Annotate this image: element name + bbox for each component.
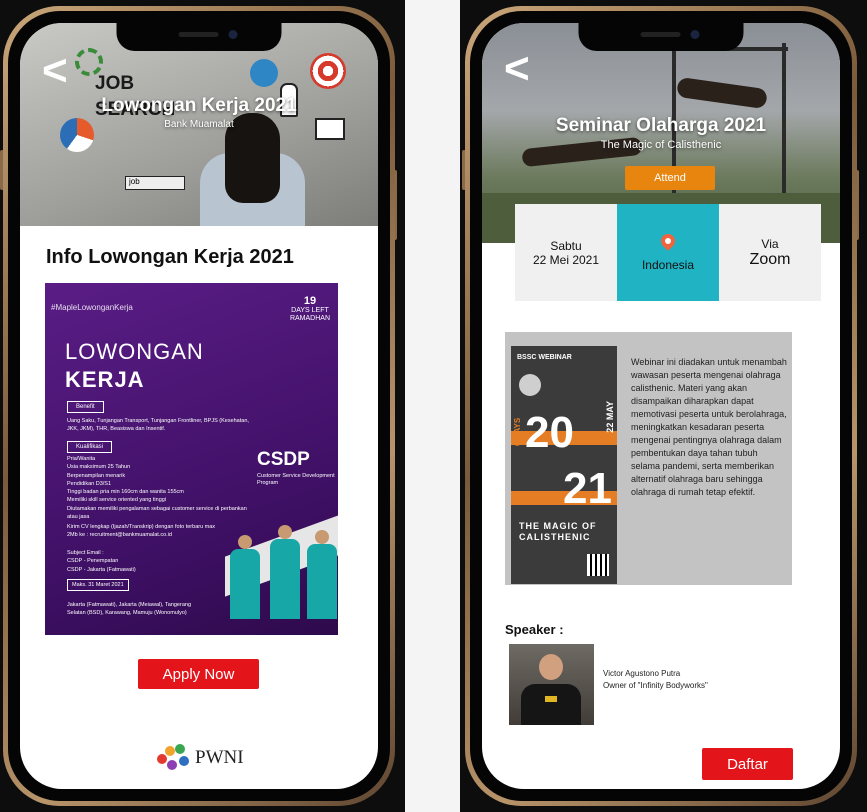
qualification-list: Pria/Wanita Usia maksimum 25 Tahun Berpe… xyxy=(67,456,247,520)
program-subtitle: Customer Service Development Program xyxy=(257,473,335,487)
speaker-name: Victor Agustono Putra xyxy=(603,669,681,678)
days-countdown: 6 DAYS xyxy=(513,417,522,446)
event-date-cell: Sabtu 22 Mei 2021 xyxy=(515,204,617,301)
poster-magic-title: THE MAGIC OF CALISTHENIC xyxy=(519,521,597,542)
event-location-cell[interactable]: Indonesia xyxy=(617,204,719,301)
hero-title: Lowongan Kerja 2021 xyxy=(101,95,297,116)
event-day: Sabtu xyxy=(550,238,582,253)
apply-now-button[interactable]: Apply Now xyxy=(138,659,259,689)
subject-email: Subject Email : CSDP - Penempatan CSDP -… xyxy=(67,550,136,573)
pwni-logo: PWNI xyxy=(157,744,244,772)
athlete-figure xyxy=(676,76,768,110)
attend-button[interactable]: Attend xyxy=(625,166,715,190)
speaker-photo xyxy=(509,644,594,725)
back-button[interactable]: < xyxy=(42,49,68,93)
staff-figure xyxy=(230,535,260,635)
webinar-info-box: BSSC WEBINAR 20 21 22 MAY 6 DAYS THE MAG… xyxy=(505,332,792,585)
hero-title: Seminar Olaharga 2021 xyxy=(555,115,767,136)
year-bottom: 21 xyxy=(563,464,612,513)
poster-hashtag: #MapleLowonganKerja xyxy=(51,303,133,312)
job-vacancy-poster: #MapleLowonganKerja 19 DAYS LEFT RAMADHA… xyxy=(45,283,338,635)
back-button[interactable]: < xyxy=(504,47,530,91)
hero-subtitle: Bank Muamalat xyxy=(164,119,234,130)
event-date: 22 Mei 2021 xyxy=(532,252,600,267)
benefit-text: Uang Saku, Tunjangan Transport, Tunjanga… xyxy=(67,418,249,433)
poster-headline-2: KERJA xyxy=(65,367,145,392)
event-platform-cell: Via Zoom xyxy=(719,204,821,301)
program-name: CSDP xyxy=(257,449,310,470)
webinar-poster-header: BSSC WEBINAR xyxy=(517,354,572,361)
gear-doodle-icon xyxy=(75,48,103,76)
searchbox-doodle: job xyxy=(125,176,185,190)
webinar-poster: BSSC WEBINAR 20 21 22 MAY 6 DAYS THE MAG… xyxy=(511,346,617,584)
date-vertical: 22 MAY xyxy=(605,401,615,433)
section-title: Info Lowongan Kerja 2021 xyxy=(46,246,294,268)
webinar-description: Webinar ini diadakan untuk menambah wawa… xyxy=(631,357,787,498)
speaker-role: Owner of "Infinity Bodyworks" xyxy=(603,681,708,690)
job-search-hero-image: JOB SEARCH job < Lowongan Kerja 2021 Ban… xyxy=(20,23,378,226)
speaker-label: Speaker : xyxy=(505,622,564,637)
poster-headline-1: LOWONGAN xyxy=(65,339,204,364)
qr-code-icon xyxy=(587,554,609,576)
globe-doodle-icon xyxy=(250,59,278,87)
via-label: Via xyxy=(761,236,779,251)
notch xyxy=(116,23,282,51)
notch xyxy=(578,23,744,51)
target-doodle-icon xyxy=(310,53,346,89)
phone-right: < Seminar Olaharga 2021 The Magic of Cal… xyxy=(465,6,857,806)
days-left-badge: 19 DAYS LEFT RAMADHAN xyxy=(289,295,330,322)
speaker-avatar-small xyxy=(519,374,541,396)
speaker-info: Victor Agustono Putra Owner of "Infinity… xyxy=(603,668,708,692)
location-pin-icon xyxy=(658,230,678,251)
staff-figure xyxy=(270,525,300,635)
year-top: 20 xyxy=(525,408,574,457)
locations-text: Jakarta (Fatmawati), Jakarta (Meiawal), … xyxy=(67,602,192,617)
event-info-row: Sabtu 22 Mei 2021 Indonesia Via Zoom xyxy=(515,204,821,301)
daftar-button[interactable]: Daftar xyxy=(702,748,793,780)
right-screen: < Seminar Olaharga 2021 The Magic of Cal… xyxy=(482,23,840,789)
deadline-badge: Maks. 31 Maret 2021 xyxy=(67,579,129,591)
pwni-logo-icon xyxy=(157,744,191,772)
gap-background xyxy=(405,0,460,812)
hero-subtitle: The Magic of Calisthenic xyxy=(600,139,722,151)
platform-name: Zoom xyxy=(749,250,791,268)
pwni-logo-text: PWNI xyxy=(195,747,244,768)
phone-left: JOB SEARCH job < Lowongan Kerja 2021 Ban… xyxy=(3,6,395,806)
cv-instructions: Kirim CV lengkap (Ijazah/Transkrip) deng… xyxy=(67,524,216,539)
event-location: Indonesia xyxy=(641,257,695,272)
staff-figure xyxy=(307,530,337,635)
benefit-label: Benefit xyxy=(67,401,104,413)
qualification-label: Kualifikasi xyxy=(67,441,113,453)
left-screen: JOB SEARCH job < Lowongan Kerja 2021 Ban… xyxy=(20,23,378,789)
doodle-job-text: JOB xyxy=(95,73,135,94)
